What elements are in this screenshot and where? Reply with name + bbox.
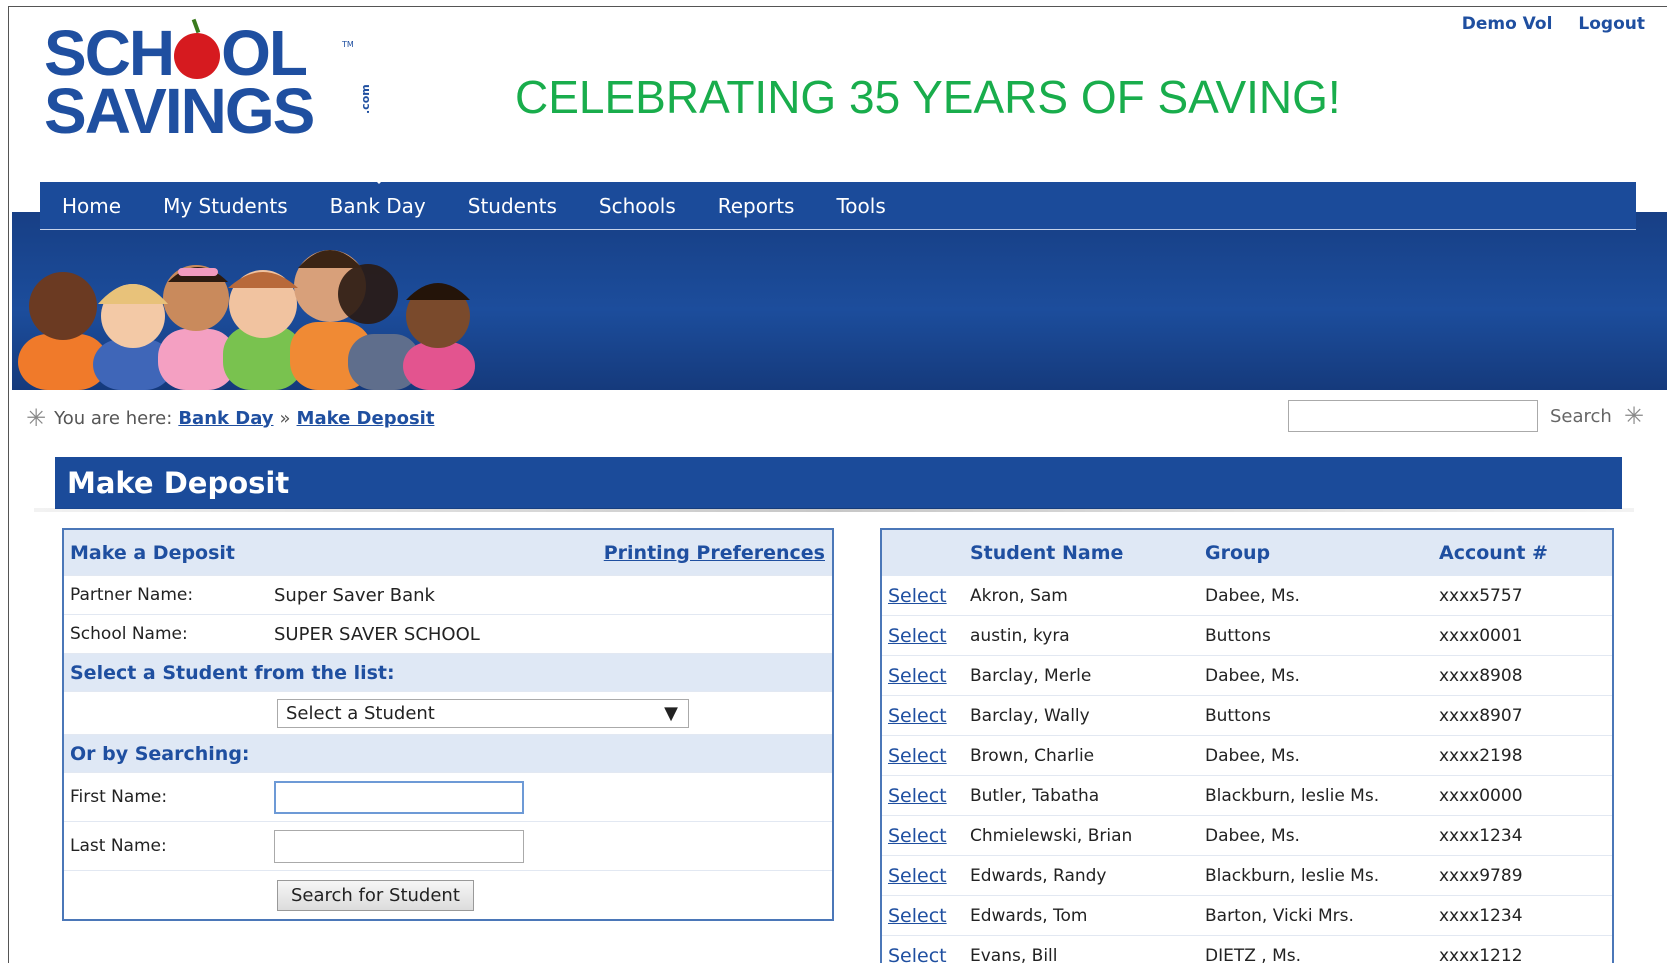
student-name: Edwards, Tom (970, 905, 1088, 926)
student-group: Dabee, Ms. (1205, 825, 1300, 846)
user-links: Demo Vol Logout (1462, 14, 1645, 34)
table-row: Select Chmielewski, Brian Dabee, Ms. xxxx12… (882, 816, 1612, 856)
column-account: Account # (1439, 542, 1548, 564)
table-row: Select Evans, Bill DIETZ , Ms. xxxx1212 (882, 936, 1612, 963)
nav-bank-day[interactable]: Bank Day (330, 176, 426, 218)
student-group: Buttons (1205, 625, 1271, 646)
search-for-student-button[interactable]: Search for Student (277, 879, 474, 911)
apple-icon (174, 33, 221, 79)
school-row: School Name: SUPER SAVER SCHOOL (64, 615, 832, 654)
table-row: Select Barclay, Merle Dabee, Ms. xxxx8908 (882, 656, 1612, 696)
student-name: Edwards, Randy (970, 865, 1107, 886)
sparkle-icon: ✳ (1623, 402, 1644, 430)
student-group: Buttons (1205, 705, 1271, 726)
select-student-link[interactable]: Select (882, 745, 970, 767)
breadcrumb-make-deposit[interactable]: Make Deposit (297, 408, 435, 429)
student-group: Blackburn, leslie Ms. (1205, 785, 1380, 806)
table-header: Student Name Group Account # (882, 530, 1612, 576)
account-number: xxxx5757 (1439, 585, 1523, 606)
tagline: CELEBRATING 35 YEARS OF SAVING! (515, 71, 1341, 123)
table-row: Select Barclay, Wally Buttons xxxx8907 (882, 696, 1612, 736)
nav-home[interactable]: Home (62, 194, 121, 218)
chevron-down-icon: ▼ (664, 702, 678, 724)
select-student-link[interactable]: Select (882, 625, 970, 647)
select-student-link[interactable]: Select (882, 945, 970, 963)
page-title: Make Deposit (55, 457, 1622, 509)
account-number: xxxx9789 (1439, 865, 1523, 886)
select-student-link[interactable]: Select (882, 665, 970, 687)
sparkle-icon: ✳ (26, 404, 47, 432)
select-student-link[interactable]: Select (882, 785, 970, 807)
student-name: Evans, Bill (970, 945, 1058, 963)
select-student-link[interactable]: Select (882, 865, 970, 887)
student-select[interactable]: Select a Student ▼ (277, 698, 689, 728)
table-row: Select Brown, Charlie Dabee, Ms. xxxx2198 (882, 736, 1612, 776)
select-row: Select a Student ▼ (64, 692, 832, 735)
student-group: Dabee, Ms. (1205, 745, 1300, 766)
search-heading-row: Or by Searching: (64, 735, 832, 773)
student-group: Barton, Vicki Mrs. (1205, 905, 1354, 926)
account-number: xxxx1234 (1439, 825, 1523, 846)
student-name: Chmielewski, Brian (970, 825, 1133, 846)
nav-my-students[interactable]: My Students (163, 194, 288, 218)
account-number: xxxx8908 (1439, 665, 1523, 686)
student-name: austin, kyra (970, 625, 1070, 646)
account-number: xxxx0000 (1439, 785, 1523, 806)
divider (34, 508, 1634, 512)
nav-schools[interactable]: Schools (599, 194, 676, 218)
student-table: Student Name Group Account # Select Akron… (880, 528, 1614, 963)
logout-link[interactable]: Logout (1578, 14, 1645, 34)
student-name: Barclay, Merle (970, 665, 1092, 686)
children-photo (18, 234, 508, 390)
student-group: Dabee, Ms. (1205, 665, 1300, 686)
site-search: Search ✳ (1288, 400, 1644, 432)
account-number: xxxx0001 (1439, 625, 1523, 646)
deposit-form-header: Make a Deposit Printing Preferences (64, 530, 832, 576)
student-group: Dabee, Ms. (1205, 585, 1300, 606)
first-name-row: First Name: (64, 773, 832, 822)
table-row: Select austin, kyra Buttons xxxx0001 (882, 616, 1612, 656)
student-group: DIETZ , Ms. (1205, 945, 1302, 963)
select-student-link[interactable]: Select (882, 585, 970, 607)
table-row: Select Butler, Tabatha Blackburn, leslie M… (882, 776, 1612, 816)
breadcrumb: ✳ You are here: Bank Day » Make Deposit (26, 404, 435, 432)
main-nav: Home My Students Bank Day Students Schoo… (40, 176, 1636, 230)
select-heading-row: Select a Student from the list: (64, 654, 832, 692)
breadcrumb-bank-day[interactable]: Bank Day (178, 408, 273, 429)
search-input[interactable] (1288, 400, 1538, 432)
account-number: xxxx1234 (1439, 905, 1523, 926)
student-name: Barclay, Wally (970, 705, 1090, 726)
search-button[interactable]: Search (1550, 406, 1612, 427)
column-student-name: Student Name (970, 542, 1124, 564)
account-number: xxxx8907 (1439, 705, 1523, 726)
student-name: Butler, Tabatha (970, 785, 1100, 806)
hero-banner (12, 212, 1667, 390)
nav-tools[interactable]: Tools (836, 194, 885, 218)
column-group: Group (1205, 542, 1271, 564)
select-student-link[interactable]: Select (882, 905, 970, 927)
table-row: Select Edwards, Randy Blackburn, leslie Ms… (882, 856, 1612, 896)
student-name: Brown, Charlie (970, 745, 1095, 766)
printing-preferences-link[interactable]: Printing Preferences (604, 542, 825, 564)
first-name-field[interactable] (274, 780, 524, 814)
partner-row: Partner Name: Super Saver Bank (64, 576, 832, 615)
nav-students[interactable]: Students (468, 194, 557, 218)
last-name-field[interactable] (274, 829, 524, 863)
account-number: xxxx1212 (1439, 945, 1523, 963)
user-name-link[interactable]: Demo Vol (1462, 14, 1553, 34)
account-number: xxxx2198 (1439, 745, 1523, 766)
nav-reports[interactable]: Reports (718, 194, 795, 218)
deposit-form-panel: Make a Deposit Printing Preferences Part… (62, 528, 834, 921)
school-savings-logo[interactable]: SCH OL SAVINGS TM .com (44, 21, 374, 154)
student-name: Akron, Sam (970, 585, 1068, 606)
last-name-row: Last Name: (64, 822, 832, 871)
select-student-link[interactable]: Select (882, 705, 970, 727)
student-group: Blackburn, leslie Ms. (1205, 865, 1380, 886)
select-student-link[interactable]: Select (882, 825, 970, 847)
search-button-row: Search for Student (64, 871, 832, 919)
table-row: Select Edwards, Tom Barton, Vicki Mrs. xxxx… (882, 896, 1612, 936)
table-row: Select Akron, Sam Dabee, Ms. xxxx5757 (882, 576, 1612, 616)
